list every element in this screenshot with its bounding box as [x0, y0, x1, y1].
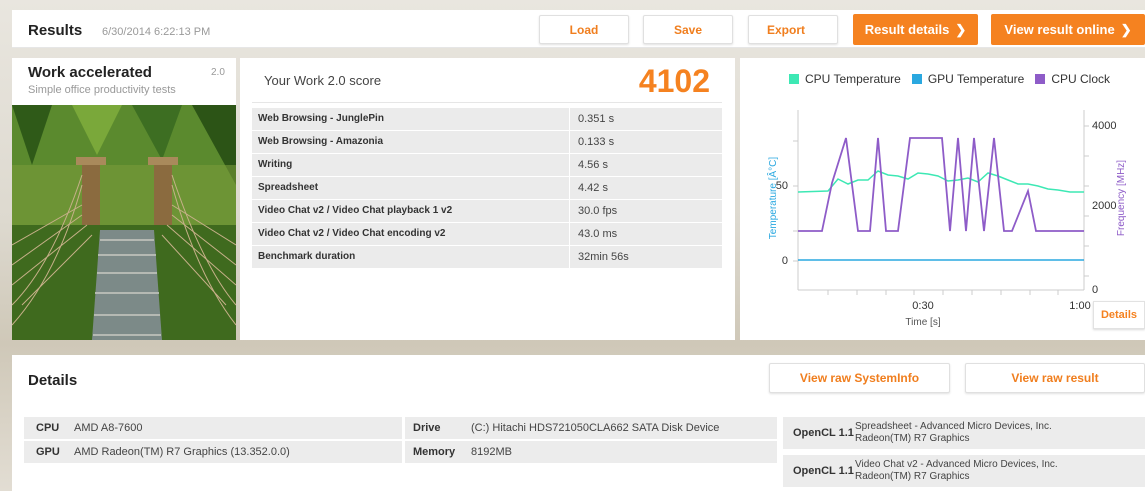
view-raw-systeminfo-label: View raw SystemInfo	[799, 371, 920, 385]
chevron-right-icon: ❯	[1120, 21, 1132, 37]
x-axis-title: Time [s]	[905, 317, 940, 328]
test-subtitle: Simple office productivity tests	[28, 84, 176, 96]
results-table: Web Browsing - JunglePin 0.351 s Web Brow…	[252, 108, 722, 269]
result-value: 4.42 s	[578, 182, 608, 194]
opencl-line: Radeon(TM) R7 Graphics	[855, 471, 970, 482]
monitoring-chart-panel: CPU Temperature GPU Temperature CPU Cloc…	[740, 58, 1145, 340]
result-value: 30.0 fps	[578, 205, 618, 217]
spec-row-cpu: CPU AMD A8-7600	[24, 417, 402, 439]
export-button-label: Export	[767, 22, 806, 37]
result-date: 6/30/2014 6:22:13 PM	[102, 26, 211, 38]
cpu-temperature-line	[797, 170, 1084, 193]
spec-label: GPU	[36, 446, 60, 458]
view-raw-result-label: View raw result	[1011, 371, 1099, 385]
y-axis-title: Temperature [Â°C]	[766, 157, 779, 240]
spec-row-drive: Drive (C:) Hitachi HDS721050CLA662 SATA …	[405, 417, 777, 439]
chart-details-label: Details	[1100, 309, 1138, 321]
details-body: CPU AMD A8-7600 GPU AMD Radeon(TM) R7 Gr…	[12, 401, 1145, 491]
spec-value: AMD Radeon(TM) R7 Graphics (13.352.0.0)	[74, 446, 290, 458]
spec-label: Memory	[413, 446, 456, 458]
result-name: Writing	[252, 154, 570, 176]
y2-tick-label: 0	[1092, 284, 1098, 296]
test-info-panel: Work accelerated 2.0 Simple office produ…	[12, 58, 236, 340]
save-button-label: Save	[673, 22, 703, 37]
tick-marks	[793, 125, 1089, 295]
result-value: 0.133 s	[578, 136, 615, 148]
spec-label: Drive	[413, 422, 441, 434]
result-details-label: Result details	[864, 22, 950, 37]
y2-axis-title: Frequency [MHz]	[1116, 160, 1127, 236]
page-title: Results	[28, 22, 83, 39]
rope-bridge-image	[12, 105, 236, 340]
opencl-value: Video Chat v2 - Advanced Micro Devices, …	[855, 459, 1115, 483]
score-label: Your Work 2.0 score	[264, 73, 382, 88]
result-value: 32min 56s	[578, 251, 629, 263]
result-value: 0.351 s	[578, 113, 615, 125]
table-row: Writing 4.56 s	[252, 154, 722, 177]
spec-label: CPU	[36, 422, 60, 434]
load-button-label: Load	[569, 22, 599, 37]
monitoring-chart: 50 0 4000 2000 0 0:30 1:00 Time [s] Temp…	[766, 110, 1127, 328]
y2-tick-label: 2000	[1092, 200, 1116, 212]
view-online-label: View result online	[1004, 22, 1115, 37]
view-raw-systeminfo-button[interactable]: View raw SystemInfo	[769, 363, 950, 393]
table-row: Video Chat v2 / Video Chat encoding v2 43…	[252, 223, 722, 246]
divider	[252, 102, 722, 103]
result-name: Video Chat v2 / Video Chat playback 1 v2	[252, 200, 570, 222]
opencl-line: Video Chat v2 - Advanced Micro Devices, …	[855, 459, 1058, 470]
details-header: Details View raw SystemInfo View raw res…	[12, 355, 1145, 401]
table-row: Video Chat v2 / Video Chat playback 1 v2…	[252, 200, 722, 223]
view-raw-result-button[interactable]: View raw result	[965, 363, 1145, 393]
opencl-row: OpenCL 1.1 Spreadsheet - Advanced Micro …	[783, 417, 1145, 449]
chevron-right-icon: ❯	[955, 21, 967, 37]
score-value: 4102	[638, 63, 710, 99]
result-name: Spreadsheet	[252, 177, 570, 199]
opencl-row: OpenCL 1.1 Video Chat v2 - Advanced Micr…	[783, 455, 1145, 487]
save-button[interactable]: Save	[643, 15, 733, 44]
result-value: 4.56 s	[578, 159, 608, 171]
result-details-button[interactable]: Result details ❯	[853, 14, 978, 45]
result-value: 43.0 ms	[578, 228, 618, 240]
details-title: Details	[28, 372, 78, 389]
y2-tick-label: 4000	[1092, 120, 1116, 132]
y-tick-label: 0	[782, 255, 788, 267]
opencl-line: Spreadsheet - Advanced Micro Devices, In…	[855, 421, 1052, 432]
spec-row-memory: Memory 8192MB	[405, 441, 777, 463]
table-row: Web Browsing - Amazonia 0.133 s	[252, 131, 722, 154]
spec-value: 8192MB	[471, 446, 512, 458]
chart-details-button[interactable]: Details	[1093, 301, 1145, 329]
opencl-label: OpenCL 1.1	[793, 427, 854, 439]
score-panel: Your Work 2.0 score 4102 Web Browsing - …	[240, 58, 735, 340]
result-name: Video Chat v2 / Video Chat encoding v2	[252, 223, 570, 245]
opencl-value: Spreadsheet - Advanced Micro Devices, In…	[855, 421, 1115, 445]
results-header: Results 6/30/2014 6:22:13 PM Load Save E…	[12, 10, 1145, 48]
view-online-button[interactable]: View result online ❯	[991, 14, 1145, 45]
spec-value: AMD A8-7600	[74, 422, 143, 434]
x-tick-label: 0:30	[912, 300, 933, 312]
spec-row-gpu: GPU AMD Radeon(TM) R7 Graphics (13.352.0…	[24, 441, 402, 463]
opencl-line: Radeon(TM) R7 Graphics	[855, 433, 970, 444]
table-row: Benchmark duration 32min 56s	[252, 246, 722, 269]
x-tick-label: 1:00	[1069, 300, 1090, 312]
result-name: Web Browsing - Amazonia	[252, 131, 570, 153]
spec-value: (C:) Hitachi HDS721050CLA662 SATA Disk D…	[471, 422, 720, 434]
opencl-label: OpenCL 1.1	[793, 465, 854, 477]
result-name: Web Browsing - JunglePin	[252, 108, 570, 130]
test-version: 2.0	[211, 67, 225, 78]
table-row: Spreadsheet 4.42 s	[252, 177, 722, 200]
table-row: Web Browsing - JunglePin 0.351 s	[252, 108, 722, 131]
test-name: Work accelerated	[28, 64, 152, 81]
export-button[interactable]: Export	[748, 15, 838, 44]
cpu-clock-line	[798, 137, 1084, 232]
load-button[interactable]: Load	[539, 15, 629, 44]
result-name: Benchmark duration	[252, 246, 570, 268]
